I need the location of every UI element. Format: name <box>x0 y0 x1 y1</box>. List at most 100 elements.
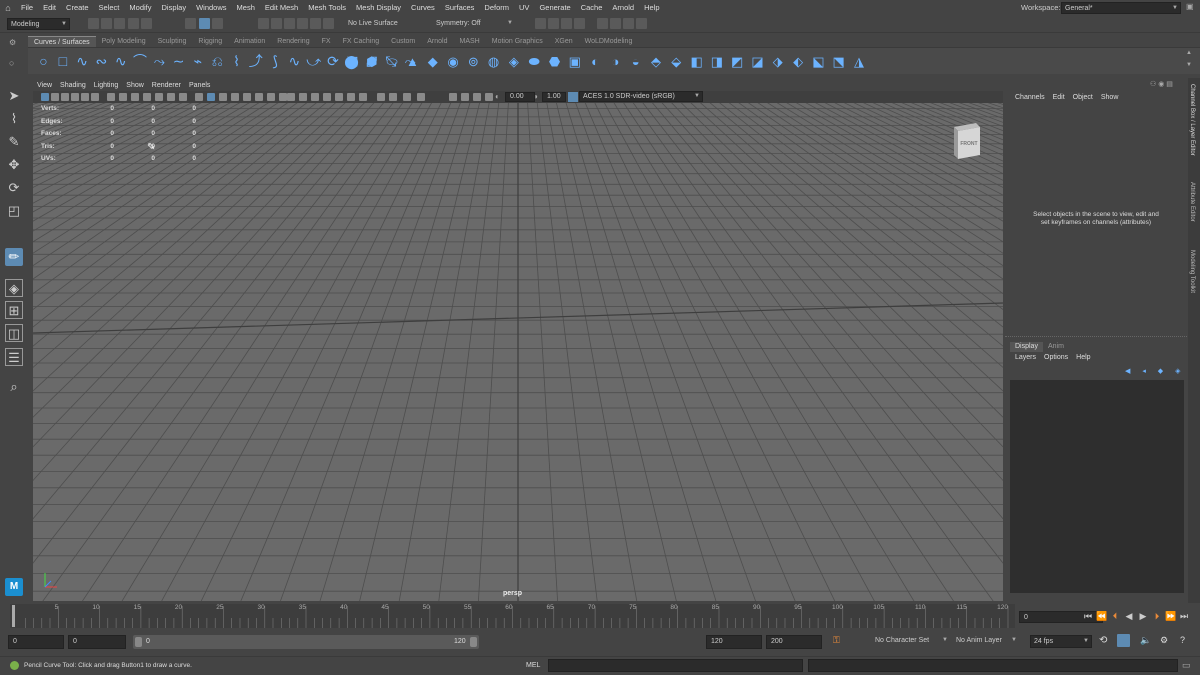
nurbs-surface-6-icon[interactable]: ◉ <box>446 54 461 69</box>
play-forward-icon[interactable]: ▶ <box>1138 611 1148 621</box>
audio-icon[interactable]: 🔈 <box>1140 635 1151 646</box>
pencil-curve-tool-icon[interactable]: ✏ <box>5 248 23 266</box>
nurbs-surface-2-icon[interactable]: ⬢ <box>364 54 379 69</box>
panel-tool-28-icon[interactable] <box>359 93 367 101</box>
shelf-tab-mash[interactable]: MASH <box>454 36 486 47</box>
shelf-tab-custom[interactable]: Custom <box>385 36 421 47</box>
nurbs-surface-24-icon[interactable]: ⬕ <box>811 54 826 69</box>
shelf-tab-rendering[interactable]: Rendering <box>271 36 315 47</box>
arc-tool-icon[interactable]: ⤳ <box>152 54 167 69</box>
go-to-end-icon[interactable]: ⏭ <box>1179 611 1189 621</box>
nurbs-surface-11-icon[interactable]: ⬣ <box>547 54 562 69</box>
lock-icon[interactable]: ▣ <box>1186 2 1196 13</box>
nurbs-surface-22-icon[interactable]: ⬗ <box>770 54 785 69</box>
tab-channel-box[interactable]: Channel Box / Layer Editor <box>1189 84 1195 156</box>
exposure-field[interactable]: 0.00 <box>505 92 535 102</box>
script-editor-icon[interactable]: ▭ <box>1182 660 1194 671</box>
menu-create[interactable]: Create <box>61 0 94 15</box>
shelf-tab-arnold[interactable]: Arnold <box>421 36 453 47</box>
move-tool-icon[interactable]: ✥ <box>5 156 23 174</box>
fillet-curve-icon[interactable]: ⟳ <box>326 54 341 69</box>
panel-tool-30-icon[interactable] <box>389 93 397 101</box>
shelf-tab-xgen[interactable]: XGen <box>549 36 579 47</box>
fps-dropdown[interactable]: 24 fps ▼ <box>1030 635 1092 648</box>
step-back-icon[interactable]: ⏪ <box>1096 611 1107 621</box>
nurbs-surface-13-icon[interactable]: ◐ <box>588 54 603 69</box>
nurbs-surface-3-icon[interactable]: ⬭ <box>385 54 400 69</box>
nurbs-surface-16-icon[interactable]: ⬘ <box>649 54 664 69</box>
select-tool-icon[interactable]: ➤ <box>5 87 23 105</box>
ep-curve-icon[interactable]: ∿ <box>75 54 90 69</box>
layer-buttons[interactable]: ◀ ◂ ◆ ◈ <box>1125 367 1186 375</box>
live-surface-field[interactable]: No Live Surface <box>345 18 425 30</box>
help-icon[interactable]: ? <box>1180 635 1185 645</box>
nurbs-surface-19-icon[interactable]: ◨ <box>709 54 724 69</box>
panel-tool-1-icon[interactable] <box>41 93 49 101</box>
single-view-layout-icon[interactable]: ◈ <box>5 279 23 297</box>
panel-menu-panels[interactable]: Panels <box>185 80 214 91</box>
hypershade-icon[interactable] <box>574 18 585 29</box>
ipr-render-icon[interactable] <box>548 18 559 29</box>
step-forward-icon[interactable]: ⏩ <box>1165 611 1176 621</box>
command-line-input[interactable] <box>548 659 803 672</box>
panel-tool-9-icon[interactable] <box>131 93 139 101</box>
undo-icon[interactable] <box>128 18 139 29</box>
panel-tool-13-icon[interactable] <box>179 93 187 101</box>
panel-tool-21-icon[interactable] <box>279 93 287 101</box>
panel-menu-shading[interactable]: Shading <box>56 80 90 91</box>
panel-tool-18-icon[interactable] <box>243 93 251 101</box>
panel-tool-27-icon[interactable] <box>347 93 355 101</box>
toggle-ipr-icon[interactable] <box>610 18 621 29</box>
menu-mesh-tools[interactable]: Mesh Tools <box>303 0 351 15</box>
panel-tool-25-icon[interactable] <box>323 93 331 101</box>
panel-tool-36-icon[interactable] <box>485 93 493 101</box>
search-icon[interactable]: ⌕ <box>5 378 23 396</box>
panel-tool-3-icon[interactable] <box>61 93 69 101</box>
animation-preferences-icon[interactable]: ⚙ <box>1160 635 1168 646</box>
panel-tool-17-icon[interactable] <box>231 93 239 101</box>
menu-select[interactable]: Select <box>94 0 125 15</box>
tab-anim[interactable]: Anim <box>1043 342 1069 352</box>
viewport-persp[interactable]: Verts: 0 0 0 Edges: 0 0 0 Faces: 0 0 0 Tris: 0 0 0 UVs: 0… <box>33 103 1003 601</box>
channelbox-menu-object[interactable]: Object <box>1069 94 1097 101</box>
offset-curve-icon[interactable]: ⟆ <box>268 54 283 69</box>
nurbs-surface-7-icon[interactable]: ⊚ <box>466 54 481 69</box>
script-language-label[interactable]: MEL <box>526 662 540 669</box>
nurbs-surface-25-icon[interactable]: ⬔ <box>831 54 846 69</box>
select-component-icon[interactable] <box>212 18 223 29</box>
menu-mesh-display[interactable]: Mesh Display <box>351 0 406 15</box>
layer-menu-layers[interactable]: Layers <box>1011 354 1040 361</box>
shelf-tab-rigging[interactable]: Rigging <box>192 36 228 47</box>
panel-tool-12-icon[interactable] <box>167 93 175 101</box>
nurbs-surface-26-icon[interactable]: ◮ <box>852 54 867 69</box>
extend-curve-icon[interactable]: ⤴ <box>248 54 263 69</box>
menuset-dropdown[interactable]: Modeling ▼ <box>7 18 70 30</box>
snap-curve-icon[interactable] <box>271 18 282 29</box>
range-slider[interactable]: 0 120 <box>133 635 479 649</box>
shelf-tab-fx-caching[interactable]: FX Caching <box>337 36 386 47</box>
channelbox-menu-show[interactable]: Show <box>1097 94 1123 101</box>
menu-generate[interactable]: Generate <box>534 0 575 15</box>
tab-modeling-toolkit[interactable]: Modeling Toolkit <box>1189 250 1195 293</box>
panel-tool-23-icon[interactable] <box>299 93 307 101</box>
play-backward-icon[interactable]: ◀ <box>1124 611 1134 621</box>
render-frame-icon[interactable] <box>535 18 546 29</box>
panel-tool-8-icon[interactable] <box>119 93 127 101</box>
reverse-curve-icon[interactable]: ⤻ <box>306 54 321 69</box>
nurbs-surface-8-icon[interactable]: ◍ <box>486 54 501 69</box>
panel-tool-22-icon[interactable] <box>287 93 295 101</box>
anim-start-field[interactable]: 0 <box>8 635 64 649</box>
nurbs-surface-21-icon[interactable]: ◪ <box>750 54 765 69</box>
loop-icon[interactable]: ⟲ <box>1099 635 1107 646</box>
snap-surface-icon[interactable] <box>310 18 321 29</box>
channelbox-toggle-icons[interactable]: ⚇ ◉ ▤ <box>1150 80 1173 88</box>
two-view-layout-icon[interactable]: ◫ <box>5 324 23 342</box>
anim-layer-dropdown[interactable]: No Anim Layer ▼ <box>953 635 1019 648</box>
shelf-tab-motion-graphics[interactable]: Motion Graphics <box>486 36 549 47</box>
panel-tool-34-icon[interactable] <box>461 93 469 101</box>
panel-tool-15-icon[interactable] <box>207 93 215 101</box>
menu-file[interactable]: File <box>16 0 38 15</box>
range-end-handle[interactable] <box>470 637 477 647</box>
scale-tool-icon[interactable]: ◰ <box>5 202 23 220</box>
panel-menu-renderer[interactable]: Renderer <box>148 80 185 91</box>
